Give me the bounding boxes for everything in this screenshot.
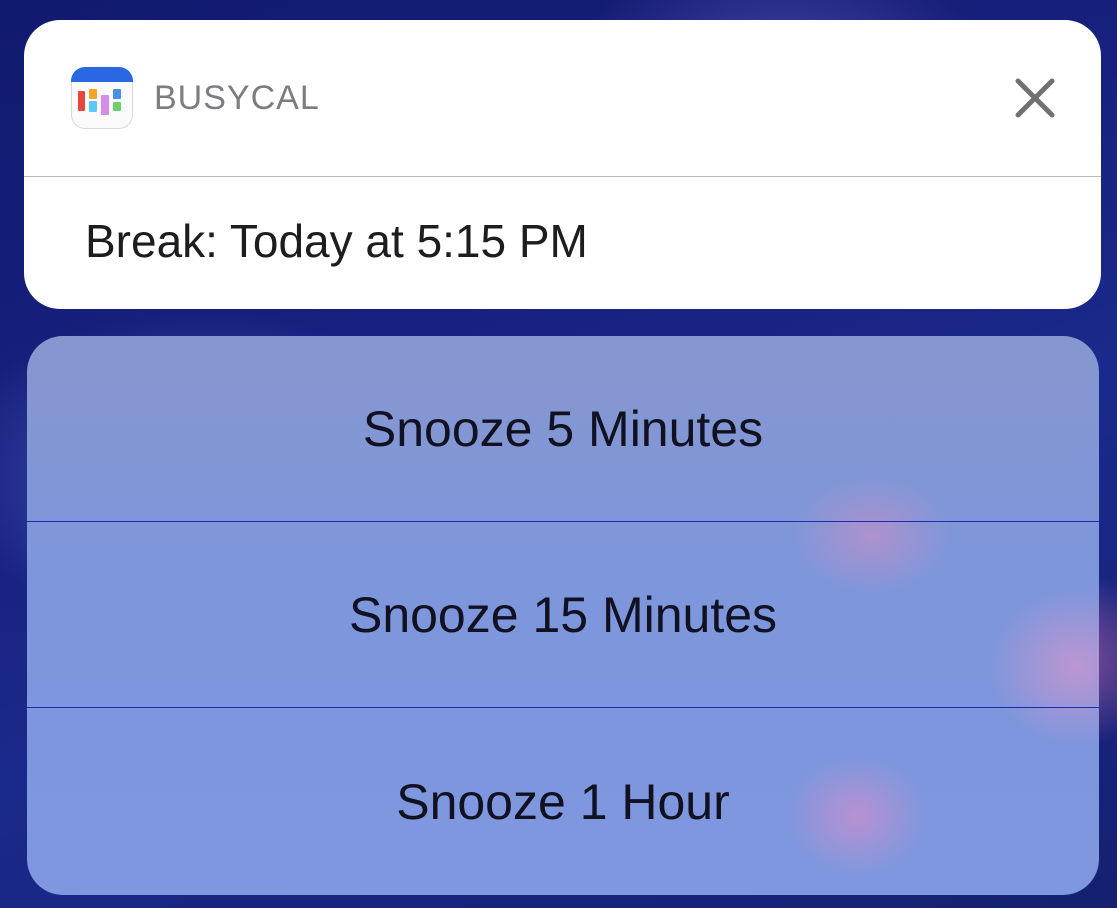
- close-button[interactable]: [1013, 76, 1057, 120]
- snooze-1-hour-button[interactable]: Snooze 1 Hour: [27, 708, 1099, 895]
- snooze-15-minutes-button[interactable]: Snooze 15 Minutes: [27, 522, 1099, 708]
- app-name: BUSYCAL: [154, 79, 320, 117]
- busycal-app-icon: [71, 67, 133, 129]
- notification-header: BUSYCAL: [24, 20, 1101, 177]
- snooze-actions-panel: Snooze 5 Minutes Snooze 15 Minutes Snooz…: [27, 336, 1099, 895]
- snooze-5-minutes-button[interactable]: Snooze 5 Minutes: [27, 336, 1099, 522]
- notification-message: Break: Today at 5:15 PM: [85, 215, 588, 267]
- close-icon: [1015, 78, 1055, 118]
- notification-card[interactable]: BUSYCAL Break: Today at 5:15 PM: [24, 20, 1101, 309]
